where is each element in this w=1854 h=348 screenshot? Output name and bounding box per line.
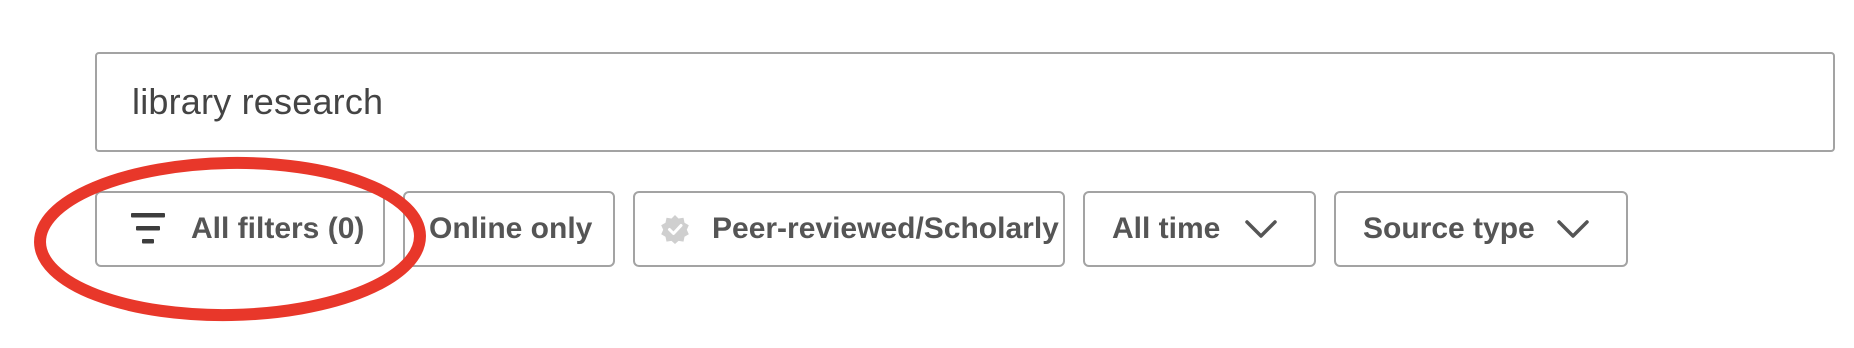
online-only-label: Online only [429, 212, 593, 245]
peer-reviewed-toggle[interactable]: Peer-reviewed/Scholarly [633, 191, 1065, 267]
filter-icon [131, 213, 165, 244]
date-range-label: All time [1112, 212, 1221, 245]
search-filters-panel: library research All filters (0) Online … [0, 0, 1854, 348]
chevron-down-icon [1245, 220, 1277, 238]
date-range-dropdown[interactable]: All time [1083, 191, 1316, 267]
search-input[interactable]: library research [95, 52, 1835, 152]
online-only-toggle[interactable]: Online only [403, 191, 615, 267]
source-type-label: Source type [1363, 212, 1535, 245]
all-filters-label: All filters (0) [191, 212, 365, 245]
search-query-text: library research [132, 81, 384, 122]
source-type-dropdown[interactable]: Source type [1334, 191, 1628, 267]
all-filters-button[interactable]: All filters (0) [95, 191, 385, 267]
chevron-down-icon [1557, 220, 1589, 238]
verified-badge-icon [661, 215, 689, 244]
peer-reviewed-label: Peer-reviewed/Scholarly [712, 212, 1059, 245]
